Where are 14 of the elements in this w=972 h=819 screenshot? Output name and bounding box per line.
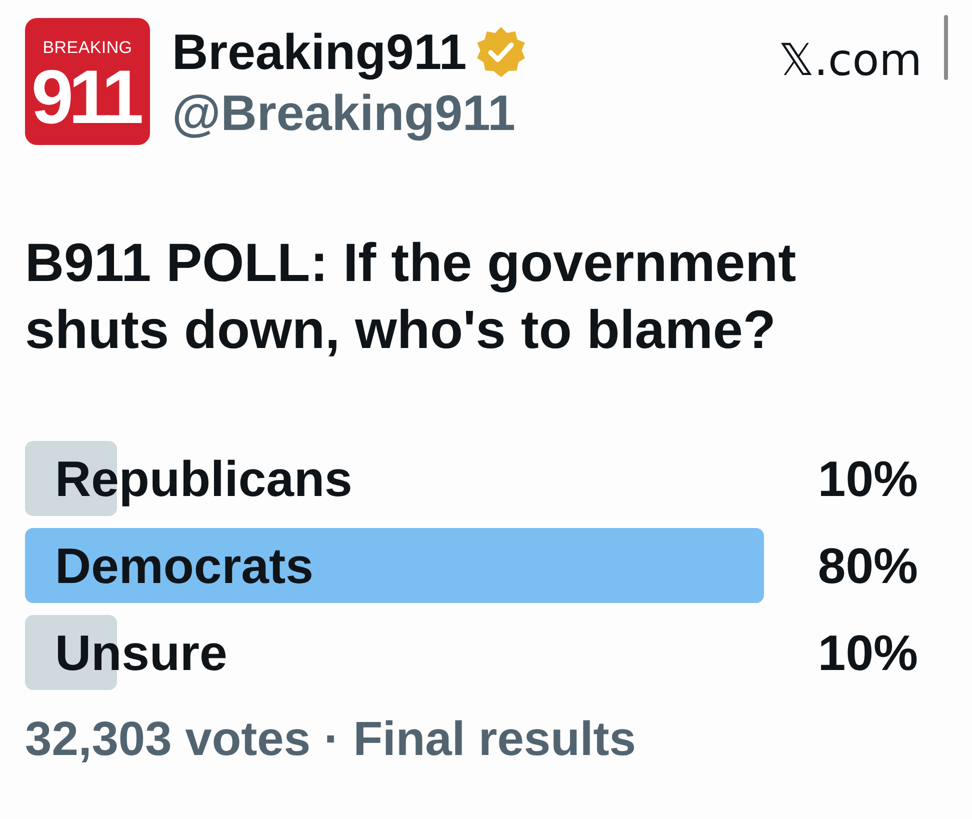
- poll-summary: 32,303 votes · Final results: [25, 712, 636, 768]
- option-percentage: 10%: [818, 450, 918, 508]
- option-label: Unsure: [55, 624, 228, 682]
- option-label: Democrats: [55, 536, 314, 596]
- logo-wordmark: BREAKING: [42, 38, 132, 58]
- site-name: 𝕏.com: [778, 34, 922, 88]
- user-handle[interactable]: @Breaking911: [172, 84, 525, 142]
- option-percentage: 10%: [818, 624, 918, 682]
- scrollbar-thumb: [944, 15, 948, 80]
- option-label: Republicans: [55, 450, 352, 508]
- poll-question: B911 POLL: If the government shuts down, who's to blame?: [25, 232, 798, 362]
- option-percentage: 80%: [818, 536, 918, 596]
- display-name[interactable]: Breaking911: [172, 23, 467, 81]
- logo-number: 911: [31, 58, 140, 138]
